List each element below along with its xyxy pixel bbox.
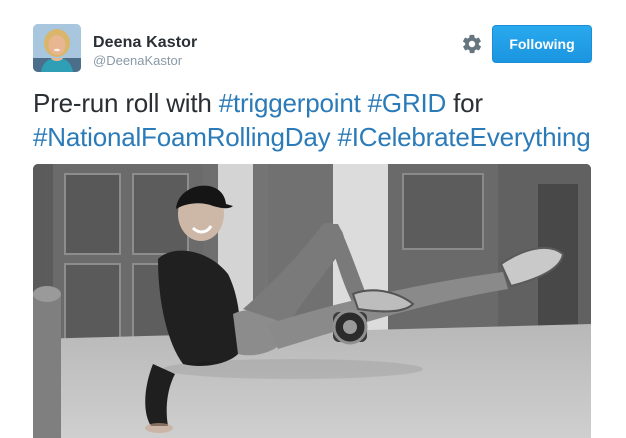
author-handle[interactable]: @DeenaKastor [93,53,197,69]
avatar[interactable] [33,24,81,72]
hashtag-link[interactable]: #GRID [368,88,447,118]
hashtag-link[interactable]: #triggerpoint [219,88,361,118]
author-block: Deena Kastor @DeenaKastor [93,33,197,69]
tweet-text: Pre-run roll with #triggerpoint #GRID fo… [33,86,603,154]
author-display-name[interactable]: Deena Kastor [93,33,197,53]
following-button[interactable]: Following [492,25,592,63]
avatar-photo [33,24,81,72]
tweet-card: Deena Kastor @DeenaKastor Following Pre-… [0,0,626,438]
photo-illustration [33,164,591,438]
tweet-text-segment: Pre-run roll with [33,88,219,118]
tweet-text-segment: for [446,88,483,118]
hashtag-link[interactable]: #ICelebrateEverything [337,122,590,152]
tweet-text-segment [361,88,368,118]
tweet-media-photo[interactable] [33,164,591,438]
hashtag-link[interactable]: #NationalFoamRollingDay [33,122,331,152]
gear-icon[interactable] [461,33,483,55]
